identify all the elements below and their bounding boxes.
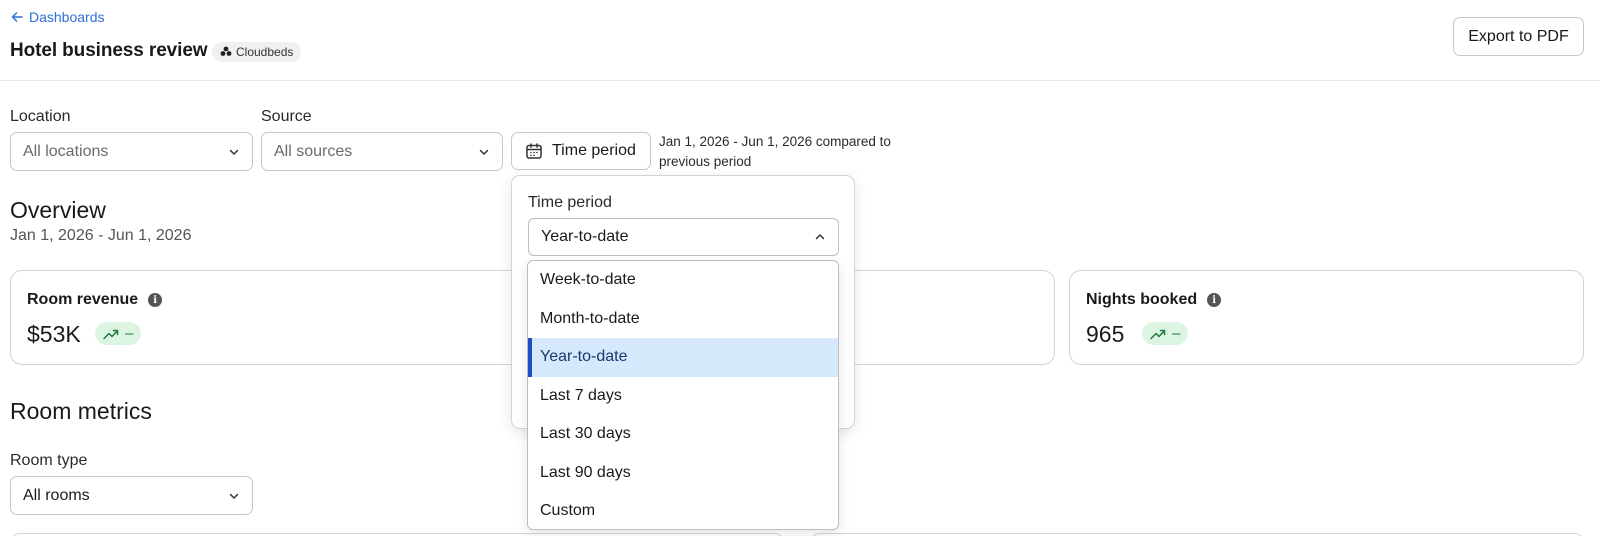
- option-custom[interactable]: Custom: [528, 492, 838, 529]
- overview-title: Overview: [10, 197, 106, 223]
- room-revenue-label: Room revenue i: [27, 291, 163, 309]
- room-type-label: Room type: [10, 452, 88, 469]
- time-period-select[interactable]: Year-to-date: [528, 218, 839, 256]
- export-pdf-button[interactable]: Export to PDF: [1453, 17, 1584, 56]
- location-label: Location: [10, 108, 71, 125]
- option-month-to-date[interactable]: Month-to-date: [528, 300, 838, 339]
- trending-up-icon: [103, 329, 119, 339]
- trend-badge: –: [95, 322, 142, 345]
- page-header: Dashboards Hotel business review Cloudbe…: [0, 0, 1600, 81]
- option-year-to-date[interactable]: Year-to-date: [528, 338, 838, 377]
- period-description: Jan 1, 2026 - Jun 1, 2026 compared to pr…: [659, 134, 891, 169]
- info-icon[interactable]: i: [1207, 293, 1222, 307]
- nights-booked-card: Nights booked i 965 –: [1069, 270, 1584, 365]
- overview-date-range: Jan 1, 2026 - Jun 1, 2026: [10, 227, 192, 244]
- source-select[interactable]: All sources: [261, 132, 503, 171]
- source-badge: Cloudbeds: [212, 42, 302, 62]
- page-title: Hotel business review: [10, 40, 208, 61]
- option-last-90-days[interactable]: Last 90 days: [528, 454, 838, 493]
- time-period-options-list: Week-to-date Month-to-date Year-to-date …: [527, 260, 839, 530]
- location-select[interactable]: All locations: [10, 132, 253, 171]
- nights-booked-label-text: Nights booked: [1086, 291, 1198, 308]
- arrow-left-icon: [11, 12, 23, 22]
- time-period-button-label: Time period: [552, 142, 636, 159]
- time-period-button[interactable]: Time period: [511, 132, 651, 170]
- calendar-icon: [526, 143, 542, 159]
- cloudbeds-logo-icon: [220, 46, 232, 56]
- source-select-value: All sources: [274, 142, 353, 160]
- option-last-7-days[interactable]: Last 7 days: [528, 377, 838, 416]
- room-type-select[interactable]: All rooms: [10, 476, 253, 515]
- source-label: Source: [261, 108, 312, 125]
- back-to-dashboards-link[interactable]: Dashboards: [10, 9, 105, 25]
- trending-up-icon: [1150, 329, 1166, 339]
- trend-badge: –: [1142, 322, 1189, 345]
- trend-value: –: [1172, 325, 1181, 342]
- option-last-30-days[interactable]: Last 30 days: [528, 415, 838, 454]
- time-period-select-value: Year-to-date: [541, 228, 629, 245]
- chevron-down-icon: [229, 493, 239, 499]
- chevron-down-icon: [479, 149, 489, 155]
- source-badge-label: Cloudbeds: [236, 45, 294, 59]
- nights-booked-value: 965: [1086, 321, 1125, 347]
- room-revenue-value: $53K: [27, 321, 81, 347]
- nights-booked-label: Nights booked i: [1086, 291, 1222, 309]
- time-period-popover-label: Time period: [528, 194, 612, 211]
- room-revenue-label-text: Room revenue: [27, 291, 139, 308]
- back-link-label: Dashboards: [29, 9, 105, 25]
- info-icon[interactable]: i: [148, 293, 163, 307]
- chevron-down-icon: [229, 149, 239, 155]
- location-select-value: All locations: [23, 142, 109, 160]
- option-week-to-date[interactable]: Week-to-date: [528, 261, 838, 300]
- room-type-select-value: All rooms: [23, 486, 90, 504]
- trend-value: –: [125, 325, 134, 342]
- room-metrics-title: Room metrics: [10, 398, 152, 424]
- chevron-up-icon: [815, 234, 825, 240]
